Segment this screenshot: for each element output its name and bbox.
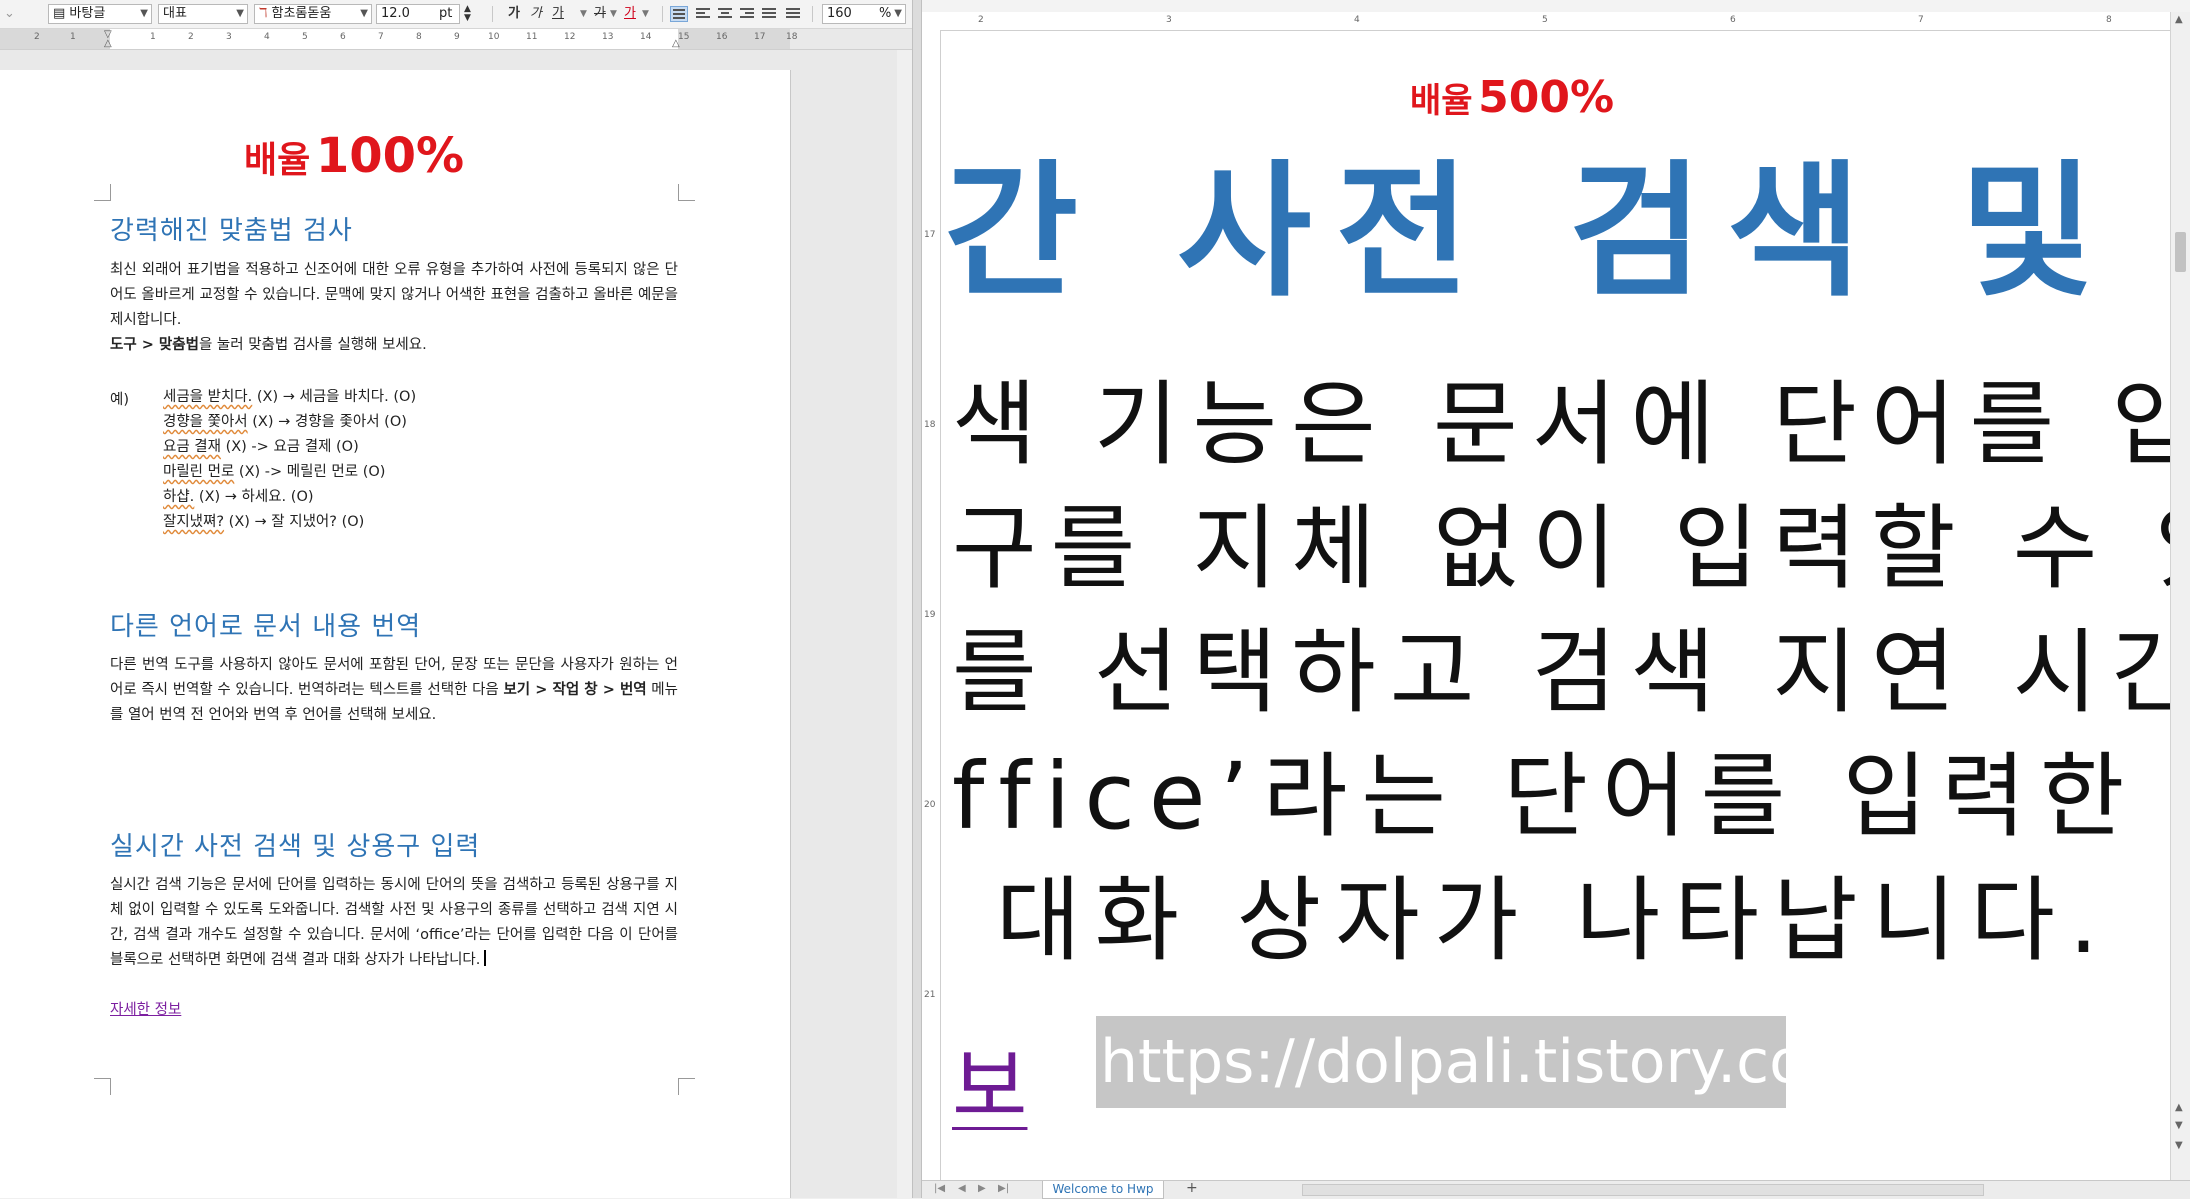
watermark-url: https://dolpali.tistory.com <box>1096 1016 1864 1108</box>
align-divide-icon[interactable] <box>784 6 802 22</box>
example-item: 요금 결재 (X) -> 요금 결제 (O) <box>163 439 359 455</box>
body-line: 색 기능은 문서에 단어를 입력하는 <box>952 371 2170 478</box>
example-list: 세금을 받치다. (X) → 세금을 바치다. (O) 경향을 쫓아서 (X) … <box>163 385 416 535</box>
document-tab-bar: |◀ ◀ ▶ ▶| Welcome to Hwp + <box>922 1180 2190 1199</box>
left-document-view[interactable]: 배율 100% 강력해진 맞춤법 검사 최신 외래어 표기법을 적용하고 신조어… <box>0 50 912 1198</box>
more-info-link[interactable]: 보 <box>952 1020 1027 1139</box>
document-page[interactable]: 배율 100% 강력해진 맞춤법 검사 최신 외래어 표기법을 적용하고 신조어… <box>0 70 791 1198</box>
toolbar-overflow-icon[interactable]: ⌄ <box>4 5 15 23</box>
tab-welcome-to-hwp[interactable]: Welcome to Hwp <box>1042 1181 1164 1199</box>
zoom-caption: 배율 100% <box>244 128 465 184</box>
translation-paragraph: 다른 번역 도구를 사용하지 않아도 문서에 포함된 단어, 문장 또는 문단을… <box>110 657 678 723</box>
align-justify-icon[interactable] <box>670 6 688 22</box>
italic-button[interactable]: 가 <box>530 5 542 23</box>
spellcheck-paragraph: 최신 외래어 표기법을 적용하고 신조어에 대한 오류 유형을 추가하여 사전에… <box>110 262 678 328</box>
scroll-up-icon[interactable]: ▲ <box>2175 14 2183 25</box>
right-indent-marker-icon[interactable]: △ <box>672 38 680 49</box>
strikethrough-button[interactable]: 가 <box>594 5 606 23</box>
next-tab-icon[interactable]: ▶ <box>978 1183 986 1194</box>
add-tab-button[interactable]: + <box>1186 1180 1198 1196</box>
chevron-down-icon[interactable]: ▼ <box>642 5 649 23</box>
underline-button[interactable]: 가 <box>552 5 564 23</box>
bold-button[interactable]: 가 <box>508 5 520 23</box>
body-line: 대화 상자가 나타납니다. <box>996 867 2113 974</box>
body-line: 를 선택하고 검색 지연 시간, 검색 <box>952 619 2170 726</box>
zoom-caption: 배율 500% <box>1410 72 1615 123</box>
align-right-icon[interactable] <box>738 6 756 22</box>
vertical-ruler[interactable]: 17 18 19 20 21 <box>922 30 941 1198</box>
body-line: ffice’라는 단어를 입력한 다음 이 <box>952 743 2170 850</box>
font-size-stepper-icon[interactable]: ▲ ▼ <box>464 5 471 23</box>
example-item: 잘지냈쪄? (X) → 잘 지냈어? (O) <box>163 514 365 530</box>
example-item: 경향을 쫓아서 (X) → 경향을 좇아서 (O) <box>163 414 407 430</box>
font-color-button[interactable]: 가 <box>624 5 636 23</box>
page-down-icon[interactable]: ▼ <box>2175 1120 2183 1131</box>
font-name-select[interactable]: ℸ 함초롬돋움 ▼ <box>254 4 372 24</box>
more-info-link[interactable]: 자세한 정보 <box>110 998 181 1019</box>
spellcheck-instruction: 도구 > 맞춤법을 눌러 맞춤법 검사를 실행해 보세요. <box>110 337 427 353</box>
align-left-icon[interactable] <box>694 6 712 22</box>
formatting-toolbar: ⌄ ▤ 바탕글 ▼ 대표 ▼ ℸ 함초롬돋움 ▼ 12.0 pt ▲ ▼ 가 가 가 ▼… <box>0 0 920 29</box>
chevron-down-icon: ▼ <box>140 8 148 19</box>
font-group-select[interactable]: ▤ 바탕글 ▼ <box>48 4 152 24</box>
last-tab-icon[interactable]: ▶| <box>998 1183 1009 1194</box>
left-vertical-scrollbar[interactable] <box>897 50 912 1198</box>
zoom-select[interactable]: 160 % ▼ <box>822 4 906 24</box>
chevron-down-icon[interactable]: ▼ <box>580 5 587 23</box>
body-line: 구를 지체 없이 입력할 수 있도록 <box>952 495 2170 602</box>
chevron-down-icon: ▼ <box>894 8 902 19</box>
font-type-icon: ℸ <box>259 6 272 21</box>
document-page-zoomed[interactable]: 배율 500% 간 사전 검색 및 상용구 색 기능은 문서에 단어를 입력하는… <box>946 32 2170 1178</box>
paragraph-style-icon: ▤ <box>53 6 70 21</box>
first-tab-icon[interactable]: |◀ <box>934 1183 945 1194</box>
chevron-down-icon: ▼ <box>360 8 368 19</box>
indent-marker-icon[interactable]: △ <box>104 38 112 49</box>
scroll-thumb[interactable] <box>2175 232 2186 272</box>
page-up-icon[interactable]: ▲ <box>2175 1102 2183 1113</box>
section-heading-dictionary: 실시간 사전 검색 및 상용구 입력 <box>110 832 481 862</box>
prev-tab-icon[interactable]: ◀ <box>958 1183 966 1194</box>
page-down-icon[interactable]: ▼ <box>2175 1140 2183 1151</box>
horizontal-ruler-right[interactable]: 2 3 4 5 6 7 8 <box>922 12 2170 31</box>
chevron-down-icon[interactable]: ▼ <box>610 5 617 23</box>
align-distribute-icon[interactable] <box>760 6 778 22</box>
pane-splitter[interactable] <box>912 0 922 1198</box>
section-heading-translation: 다른 언어로 문서 내용 번역 <box>110 612 422 642</box>
align-center-icon[interactable] <box>716 6 734 22</box>
font-size-input[interactable]: 12.0 pt <box>376 4 460 24</box>
dictionary-paragraph: 실시간 검색 기능은 문서에 단어를 입력하는 동시에 단어의 뜻을 검색하고 … <box>110 877 678 968</box>
example-item: 하샵. (X) → 하세요. (O) <box>163 489 314 505</box>
section-heading-dictionary: 간 사전 검색 및 상용구 <box>946 147 2170 317</box>
horizontal-ruler[interactable]: 2 1 1 2 3 4 5 6 7 8 9 10 11 12 13 14 15 … <box>0 29 912 50</box>
text-cursor <box>484 950 487 966</box>
horizontal-scrollbar[interactable] <box>1302 1184 1984 1196</box>
example-item: 세금을 받치다. (X) → 세금을 바치다. (O) <box>163 389 417 405</box>
right-vertical-scrollbar[interactable]: ▲ ▲ ▼ ▼ <box>2170 12 2190 1182</box>
section-heading-spellcheck: 강력해진 맞춤법 검사 <box>110 216 353 246</box>
example-item: 마릴린 먼로 (X) -> 메릴린 먼로 (O) <box>163 464 386 480</box>
chevron-down-icon: ▼ <box>236 8 244 19</box>
style-select[interactable]: 대표 ▼ <box>158 4 248 24</box>
example-label: 예) <box>110 392 129 408</box>
